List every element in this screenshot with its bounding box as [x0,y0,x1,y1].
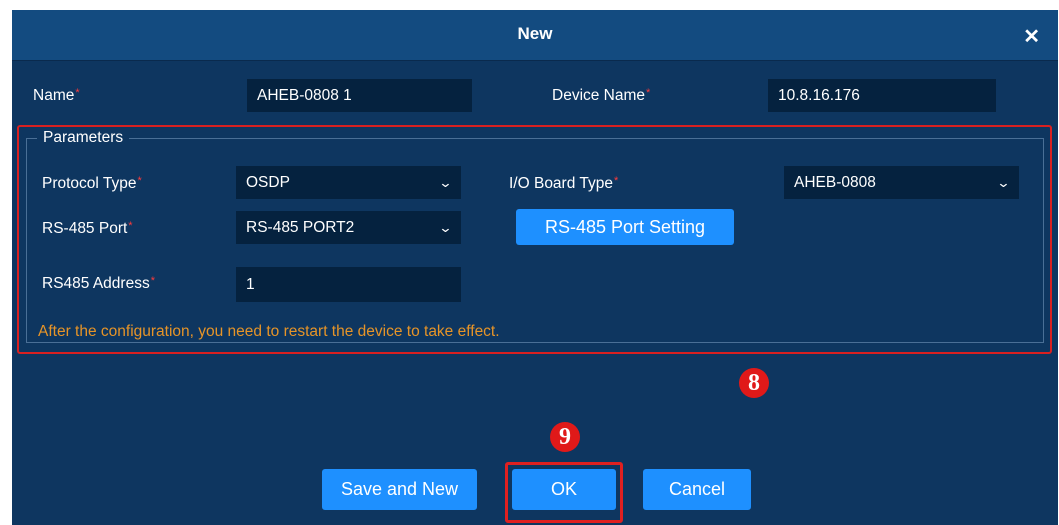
annotation-marker-9: 9 [550,422,580,452]
required-mark: * [646,87,651,99]
restart-note: After the configuration, you need to res… [38,323,500,340]
rs485-port-select[interactable]: RS-485 PORT2 ⌄ [236,211,461,244]
cancel-button[interactable]: Cancel [643,469,751,510]
name-input[interactable]: AHEB-0808 1 [247,79,472,112]
rs485-address-label: RS485 Address* [42,275,155,292]
required-mark: * [150,275,155,287]
rs485-port-label: RS-485 Port* [42,220,133,237]
io-board-type-select[interactable]: AHEB-0808 ⌄ [784,166,1019,199]
chevron-down-icon: ⌄ [438,220,453,235]
protocol-type-label: Protocol Type* [42,175,142,192]
close-icon[interactable]: ✕ [1023,24,1040,49]
required-mark: * [75,87,80,99]
ok-highlight-frame [505,462,623,523]
chevron-down-icon: ⌄ [438,175,453,190]
save-and-new-button[interactable]: Save and New [322,469,477,510]
annotation-marker-8: 8 [739,368,769,398]
io-board-type-label: I/O Board Type* [509,175,619,192]
new-dialog: New ✕ Name* AHEB-0808 1 Device Name* 10.… [12,10,1058,525]
protocol-type-value: OSDP [246,174,290,191]
rs485-port-setting-button[interactable]: RS-485 Port Setting [516,209,734,245]
chevron-down-icon: ⌄ [996,175,1011,190]
required-mark: * [137,175,142,187]
rs485-address-input[interactable]: 1 [236,267,461,302]
name-label: Name* [33,87,80,104]
rs485-port-value: RS-485 PORT2 [246,219,355,236]
device-name-label: Device Name* [552,87,651,104]
dialog-title: New [517,24,553,43]
parameters-legend: Parameters [37,129,130,147]
dialog-titlebar: New ✕ [12,10,1058,61]
required-mark: * [613,175,619,187]
required-mark: * [128,220,133,232]
device-name-input[interactable]: 10.8.16.176 [768,79,996,112]
io-board-type-value: AHEB-0808 [794,174,876,191]
protocol-type-select[interactable]: OSDP ⌄ [236,166,461,199]
